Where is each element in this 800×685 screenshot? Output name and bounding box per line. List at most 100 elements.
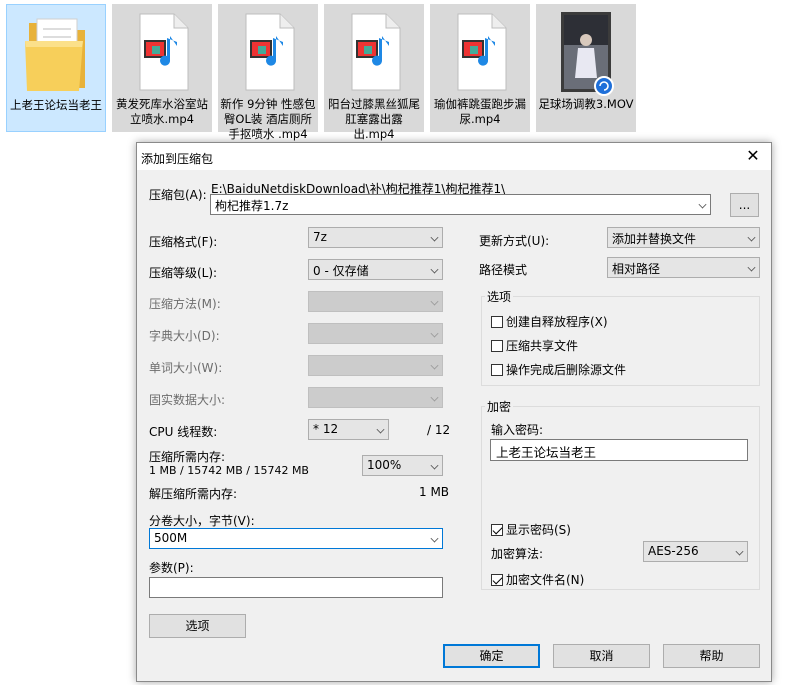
dialog-title: 添加到压缩包 — [141, 152, 214, 166]
delete-after-checkbox[interactable]: 操作完成后删除源文件 — [491, 361, 626, 378]
file-tile-folder[interactable]: 上老王论坛当老王 — [6, 4, 106, 132]
chevron-down-icon — [430, 233, 439, 242]
sfx-checkbox-box[interactable] — [491, 316, 503, 328]
chevron-down-icon[interactable] — [698, 200, 707, 209]
browse-button[interactable]: ... — [730, 193, 759, 217]
word-select[interactable] — [308, 355, 443, 376]
chevron-down-icon — [430, 461, 439, 470]
solid-select[interactable] — [308, 387, 443, 408]
encrypt-names-checkbox[interactable]: 加密文件名(N) — [491, 571, 584, 588]
method-select[interactable] — [308, 291, 443, 312]
format-value: 7z — [313, 230, 327, 244]
video-thumbnail-icon — [536, 10, 636, 96]
file-tile-video[interactable]: 新作 9分钟 性感包臀OL装 酒店厕所手抠喷水 .mp4 — [218, 4, 318, 141]
encryption-method-value: AES-256 — [648, 544, 699, 558]
help-button[interactable]: 帮助 — [663, 644, 760, 668]
memory-percent-select[interactable]: 100% — [362, 455, 443, 476]
params-input[interactable] — [149, 577, 443, 598]
chevron-down-icon — [430, 361, 439, 370]
file-name: 上老王论坛当老王 — [10, 98, 102, 112]
options-group-title: 选项 — [485, 288, 514, 305]
folder-icon — [7, 11, 105, 97]
word-label: 单词大小(W): — [149, 361, 223, 375]
video-file-icon — [112, 10, 212, 96]
volume-size-label: 分卷大小，字节(V): — [149, 514, 255, 528]
archive-name-combo[interactable]: 枸杞推荐1.7z — [210, 194, 711, 215]
archive-label: 压缩包(A): — [149, 188, 207, 202]
level-value: 0 - 仅存储 — [313, 264, 369, 278]
file-tile-video[interactable]: 足球场调教3.MOV — [536, 4, 636, 132]
shared-files-checkbox[interactable]: 压缩共享文件 — [491, 337, 578, 354]
dict-label: 字典大小(D): — [149, 329, 220, 343]
level-label: 压缩等级(L): — [149, 266, 218, 280]
cancel-button[interactable]: 取消 — [553, 644, 650, 668]
decompress-memory-value: 1 MB — [419, 485, 450, 499]
shared-files-checkbox-label: 压缩共享文件 — [506, 339, 579, 353]
ok-button[interactable]: 确定 — [443, 644, 540, 668]
volume-size-value: 500M — [154, 531, 188, 545]
cpu-max: / 12 — [427, 423, 451, 437]
shared-files-checkbox-box[interactable] — [491, 340, 503, 352]
memory-percent-value: 100% — [367, 458, 402, 472]
chevron-down-icon — [430, 265, 439, 274]
file-name: 黄发死库水浴室站立喷水.mp4 — [116, 97, 208, 126]
file-name: 新作 9分钟 性感包臀OL装 酒店厕所手抠喷水 .mp4 — [220, 97, 316, 141]
format-label: 压缩格式(F): — [149, 235, 218, 249]
show-password-checkbox[interactable]: 显示密码(S) — [491, 521, 571, 538]
chevron-down-icon — [430, 329, 439, 338]
encryption-method-label: 加密算法: — [491, 547, 544, 561]
params-label: 参数(P): — [149, 561, 194, 575]
file-name: 瑜伽裤跳蛋跑步漏尿.mp4 — [434, 97, 526, 126]
dict-select[interactable] — [308, 323, 443, 344]
path-mode-select[interactable]: 相对路径 — [607, 257, 760, 278]
show-password-checkbox-box[interactable] — [491, 524, 503, 536]
video-file-icon — [218, 10, 318, 96]
file-name: 足球场调教3.MOV — [538, 97, 634, 111]
cpu-value: * 12 — [313, 422, 339, 436]
memory-label: 压缩所需内存: — [149, 450, 226, 464]
options-button[interactable]: 选项 — [149, 614, 246, 638]
encryption-group-title: 加密 — [485, 398, 514, 415]
chevron-down-icon — [747, 233, 756, 242]
chevron-down-icon[interactable] — [430, 534, 439, 543]
encrypt-names-checkbox-label: 加密文件名(N) — [506, 573, 585, 587]
cpu-select[interactable]: * 12 — [308, 419, 389, 440]
show-password-checkbox-label: 显示密码(S) — [506, 523, 571, 537]
format-select[interactable]: 7z — [308, 227, 443, 248]
method-label: 压缩方法(M): — [149, 297, 221, 311]
password-label: 输入密码: — [491, 423, 544, 437]
archive-name-value: 枸杞推荐1.7z — [215, 199, 289, 213]
delete-after-checkbox-label: 操作完成后删除源文件 — [506, 363, 627, 377]
chevron-down-icon — [735, 547, 744, 556]
add-to-archive-dialog: 添加到压缩包 ✕ 压缩包(A): E:\BaiduNetdiskDownload… — [136, 142, 772, 682]
file-tile-video[interactable]: 黄发死库水浴室站立喷水.mp4 — [112, 4, 212, 132]
update-mode-value: 添加并替换文件 — [612, 232, 697, 246]
solid-label: 固实数据大小: — [149, 393, 226, 407]
password-input[interactable]: 上老王论坛当老王 — [490, 439, 748, 461]
sfx-checkbox-label: 创建自释放程序(X) — [506, 315, 608, 329]
level-select[interactable]: 0 - 仅存储 — [308, 259, 443, 280]
update-mode-select[interactable]: 添加并替换文件 — [607, 227, 760, 248]
path-mode-label: 路径模式 — [479, 263, 528, 277]
encrypt-names-checkbox-box[interactable] — [491, 574, 503, 586]
sfx-checkbox[interactable]: 创建自释放程序(X) — [491, 313, 608, 330]
file-tile-video[interactable]: 阳台过膝黑丝狐尾肛塞露出露出.mp4 — [324, 4, 424, 141]
file-tile-video[interactable]: 瑜伽裤跳蛋跑步漏尿.mp4 — [430, 4, 530, 132]
close-icon[interactable]: ✕ — [739, 144, 767, 168]
chevron-down-icon — [747, 263, 756, 272]
volume-size-combo[interactable]: 500M — [149, 528, 443, 549]
decompress-memory-label: 解压缩所需内存: — [149, 487, 238, 501]
cpu-label: CPU 线程数: — [149, 425, 218, 439]
update-mode-label: 更新方式(U): — [479, 234, 550, 248]
memory-value: 1 MB / 15742 MB / 15742 MB — [149, 464, 309, 477]
video-file-icon — [324, 10, 424, 96]
chevron-down-icon — [430, 393, 439, 402]
path-mode-value: 相对路径 — [612, 262, 661, 276]
file-name: 阳台过膝黑丝狐尾肛塞露出露出.mp4 — [328, 97, 420, 141]
chevron-down-icon — [430, 297, 439, 306]
dialog-titlebar[interactable]: 添加到压缩包 ✕ — [137, 143, 771, 170]
chevron-down-icon — [376, 425, 385, 434]
encryption-method-select[interactable]: AES-256 — [643, 541, 748, 562]
delete-after-checkbox-box[interactable] — [491, 364, 503, 376]
video-file-icon — [430, 10, 530, 96]
